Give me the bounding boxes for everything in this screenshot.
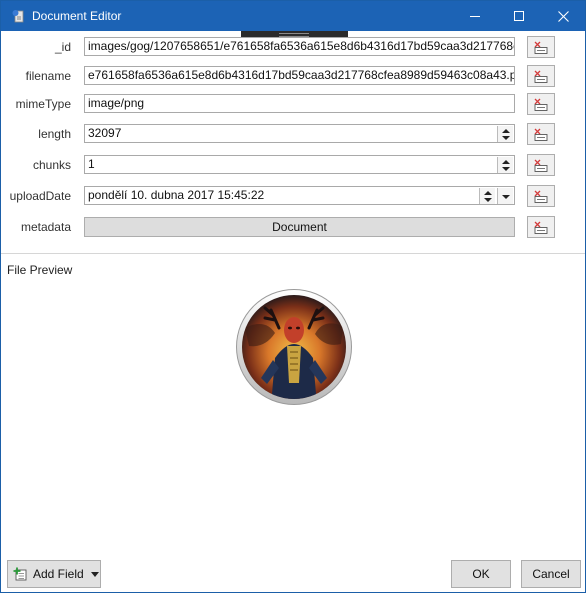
field-label: length: [38, 127, 71, 141]
chunks-field[interactable]: 1: [84, 155, 515, 174]
uploaddate-field[interactable]: pondělí 10. dubna 2017 15:45:22: [84, 186, 515, 205]
metadata-document-button[interactable]: Document: [84, 217, 515, 237]
delete-field-icon: [534, 190, 548, 203]
section-divider: [1, 253, 585, 254]
delete-field-button[interactable]: [527, 36, 555, 58]
delete-field-button[interactable]: [527, 65, 555, 87]
maximize-icon: [514, 11, 524, 21]
field-label: metadata: [20, 220, 71, 234]
spin-up-icon[interactable]: [502, 129, 510, 133]
field-row-uploaddate: uploadDate pondělí 10. dubna 2017 15:45:…: [1, 185, 585, 209]
field-label: filename: [25, 69, 71, 83]
spin-up-icon[interactable]: [484, 191, 492, 195]
add-field-icon: [13, 567, 27, 581]
ok-button[interactable]: OK: [451, 560, 511, 588]
delete-field-icon: [534, 98, 548, 111]
delete-field-icon: [534, 159, 548, 172]
field-row-metadata: metadata Document: [1, 216, 585, 240]
file-preview-image: [236, 289, 352, 405]
delete-field-icon: [534, 128, 548, 141]
field-label: chunks: [32, 158, 71, 172]
field-label: mimeType: [15, 97, 71, 111]
length-value: 32097: [88, 126, 122, 140]
document-editor-window: Document Editor _id images/gog/120765865…: [0, 0, 586, 593]
uploaddate-spinner[interactable]: [479, 188, 495, 204]
length-field[interactable]: 32097: [84, 124, 515, 143]
file-preview-label: File Preview: [7, 263, 73, 277]
delete-field-button[interactable]: [527, 185, 555, 207]
spin-down-icon[interactable]: [502, 136, 510, 140]
delete-field-icon: [534, 41, 548, 54]
dropdown-arrow-icon: [502, 195, 510, 199]
close-icon: [557, 10, 569, 22]
spin-down-icon[interactable]: [484, 198, 492, 202]
mimetype-field[interactable]: image/png: [84, 94, 515, 113]
field-row-length: length 32097: [1, 123, 585, 147]
delete-field-button[interactable]: [527, 93, 555, 115]
field-label: uploadDate: [9, 189, 71, 203]
chunks-spinner[interactable]: [497, 157, 513, 173]
add-field-label: Add Field: [33, 567, 84, 581]
add-field-button[interactable]: Add Field: [7, 560, 101, 588]
uploaddate-value: pondělí 10. dubna 2017 15:45:22: [88, 188, 265, 202]
field-row-id: _id images/gog/1207658651/e761658fa6536a…: [1, 36, 585, 60]
spin-down-icon[interactable]: [502, 167, 510, 171]
title-bar[interactable]: Document Editor: [1, 1, 585, 31]
minimize-button[interactable]: [453, 1, 497, 31]
delete-field-icon: [534, 70, 548, 83]
field-label: _id: [54, 40, 71, 54]
window-title: Document Editor: [32, 9, 122, 23]
spin-up-icon[interactable]: [502, 160, 510, 164]
date-dropdown-button[interactable]: [497, 188, 513, 204]
cancel-button[interactable]: Cancel: [521, 560, 581, 588]
app-icon: [12, 10, 24, 23]
length-spinner[interactable]: [497, 126, 513, 142]
field-row-filename: filename e761658fa6536a615e8d6b4316d17bd…: [1, 65, 585, 89]
delete-field-button[interactable]: [527, 123, 555, 145]
close-button[interactable]: [541, 1, 585, 31]
delete-field-button[interactable]: [527, 154, 555, 176]
id-field[interactable]: images/gog/1207658651/e761658fa6536a615e…: [84, 37, 515, 56]
minimize-icon: [470, 16, 480, 17]
field-row-mimetype: mimeType image/png: [1, 93, 585, 117]
caret-down-icon: [90, 571, 99, 577]
field-row-chunks: chunks 1: [1, 154, 585, 178]
delete-field-icon: [534, 221, 548, 234]
maximize-button[interactable]: [497, 1, 541, 31]
filename-field[interactable]: e761658fa6536a615e8d6b4316d17bd59caa3d21…: [84, 66, 515, 85]
chunks-value: 1: [88, 157, 95, 171]
delete-field-button[interactable]: [527, 216, 555, 238]
